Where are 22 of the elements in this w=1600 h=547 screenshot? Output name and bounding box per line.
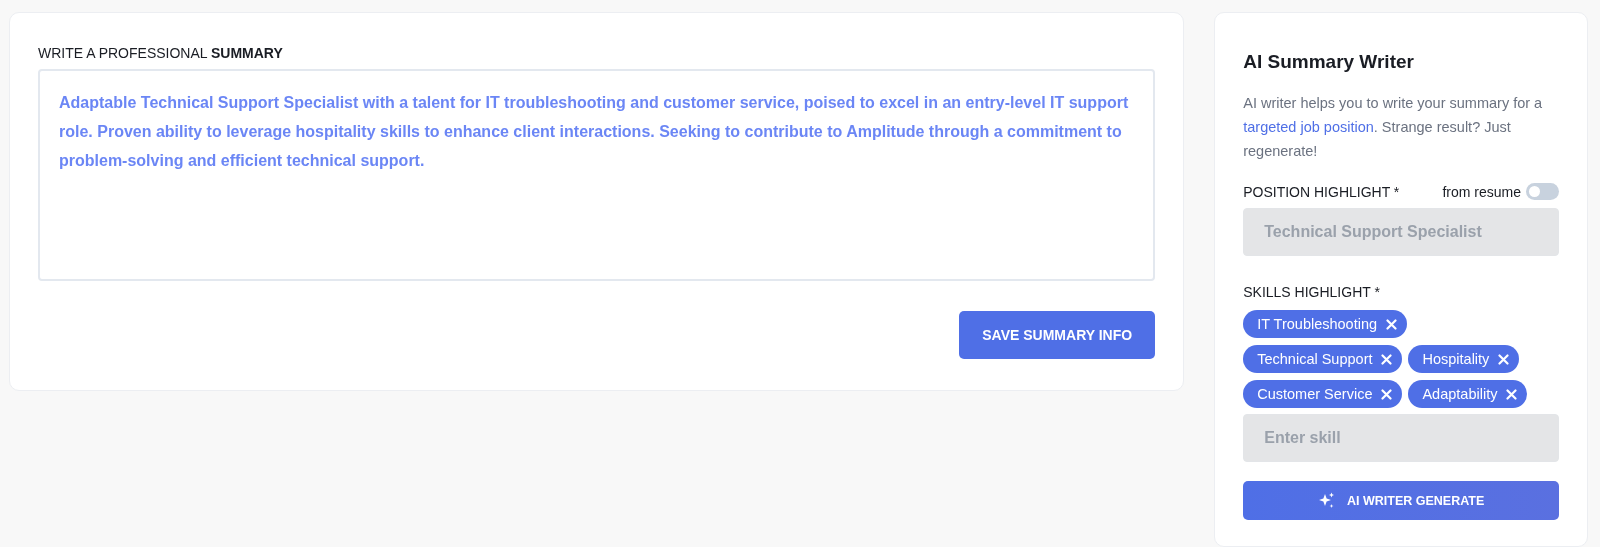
skill-chip[interactable]: Adaptability <box>1408 380 1528 408</box>
skill-chip[interactable]: Hospitality <box>1408 345 1520 373</box>
close-icon[interactable] <box>1498 353 1510 365</box>
close-icon[interactable] <box>1381 388 1393 400</box>
summary-textarea[interactable]: Adaptable Technical Support Specialist with a talent for IT troubleshooting and customer service, poised to excel in an entry-level IT support role. Proven ability to leverage hospitality skills to enhance client interactions. Seeking to contribute to Amplitude through a commitment to problem-solving and efficient technical support. <box>38 69 1156 281</box>
ai-generate-button[interactable]: AI WRITER GENERATE <box>1243 481 1559 520</box>
targeted-job-link[interactable]: targeted job position <box>1243 119 1374 135</box>
panel-title: AI Summary Writer <box>1243 51 1415 73</box>
save-summary-button[interactable]: SAVE SUMMARY INFO <box>959 311 1156 359</box>
sparkle-icon <box>1317 492 1335 509</box>
field-label: SKILLS HIGHLIGHT * <box>1243 284 1381 300</box>
skill-chip[interactable]: Technical Support <box>1243 345 1403 373</box>
skill-chip[interactable]: Customer Service <box>1243 380 1403 408</box>
skill-chip[interactable]: IT Troubleshooting <box>1243 310 1408 338</box>
field-label: POSITION HIGHLIGHT * <box>1243 183 1400 200</box>
description-text: AI writer helps you to write your summary for a targeted job position. Strange result? Just regenerate! <box>1243 94 1544 161</box>
close-icon[interactable] <box>1506 388 1518 400</box>
toggle-label: from resume <box>1442 183 1521 200</box>
close-icon[interactable] <box>1381 353 1393 365</box>
section-heading: WRITE A PROFESSIONAL SUMMARY <box>38 45 284 61</box>
skill-input-field[interactable]: Enter skill <box>1243 414 1559 462</box>
close-icon[interactable] <box>1386 318 1398 330</box>
